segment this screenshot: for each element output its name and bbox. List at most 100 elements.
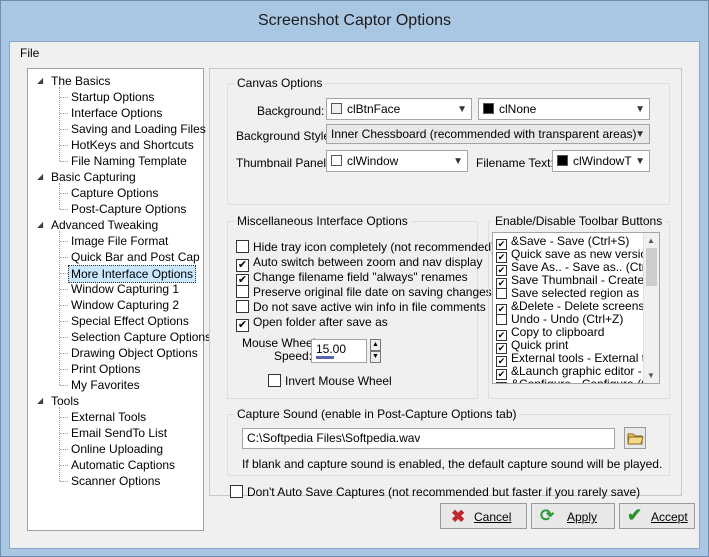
toolbar-buttons-title: Enable/Disable Toolbar Buttons bbox=[492, 214, 666, 228]
mouse-wheel-label: Mouse Wheel bbox=[242, 336, 316, 350]
scroll-up-icon[interactable]: ▲ bbox=[647, 236, 655, 245]
tree-item[interactable]: Drawing Object Options bbox=[71, 345, 198, 361]
tree-item[interactable]: Startup Options bbox=[71, 89, 154, 105]
options-panel: Canvas Options Background: clBtnFace ▼ c… bbox=[209, 68, 682, 499]
tree-item[interactable]: Print Options bbox=[71, 361, 140, 377]
options-tree[interactable]: ◢ The Basics Startup Options Interface Opti… bbox=[27, 68, 211, 531]
menu-bar: File bbox=[10, 42, 699, 64]
tree-item[interactable]: Interface Options bbox=[71, 105, 162, 121]
toolbar-button-item[interactable]: Undo - Undo (Ctrl+Z) bbox=[496, 312, 623, 326]
color-swatch-icon bbox=[331, 103, 342, 114]
tree-item[interactable]: Window Capturing 1 bbox=[71, 281, 179, 297]
apply-button[interactable]: ⟳ Apply bbox=[531, 503, 615, 529]
tree-connector bbox=[60, 129, 68, 130]
tree-item[interactable]: Email SendTo List bbox=[71, 425, 167, 441]
mouse-wheel-speed-label: Speed: bbox=[274, 349, 313, 363]
tree-connector bbox=[60, 193, 68, 194]
tree-item[interactable]: Scanner Options bbox=[71, 473, 160, 489]
scroll-thumb[interactable] bbox=[646, 248, 657, 286]
capture-sound-path-input[interactable]: C:\Softpedia Files\Softpedia.wav bbox=[242, 428, 615, 449]
toolbar-button-item[interactable]: ✔&Configure - Configure (Ctrl bbox=[496, 377, 659, 383]
color-swatch-icon bbox=[483, 103, 494, 114]
misc-options-title: Miscellaneous Interface Options bbox=[234, 214, 411, 228]
speed-bar bbox=[316, 356, 334, 359]
tree-connector bbox=[60, 241, 68, 242]
tree-item[interactable]: Automatic Captions bbox=[71, 457, 175, 473]
tree-item[interactable]: Online Uploading bbox=[71, 441, 163, 457]
capture-sound-group: Capture Sound (enable in Post-Capture Op… bbox=[227, 407, 670, 476]
tree-connector bbox=[59, 407, 60, 481]
capture-sound-title: Capture Sound (enable in Post-Capture Op… bbox=[234, 407, 520, 421]
tree-item[interactable]: External Tools bbox=[71, 409, 146, 425]
background-combo[interactable]: clBtnFace ▼ bbox=[326, 98, 472, 120]
invert-mouse-wheel-checkbox[interactable]: Invert Mouse Wheel bbox=[268, 374, 392, 388]
chevron-down-icon: ▼ bbox=[635, 129, 645, 140]
toolbar-buttons-list[interactable]: ✔ &Save - Save (Ctrl+S) ✔ Quick save as new… bbox=[492, 232, 660, 384]
filename-text-label: Filename Text: bbox=[476, 156, 554, 170]
tree-item[interactable]: Saving and Loading Files bbox=[71, 121, 206, 137]
thumbnail-panel-combo[interactable]: clWindow ▼ bbox=[326, 150, 468, 172]
expand-arrow-icon[interactable]: ◢ bbox=[37, 220, 43, 229]
background2-combo[interactable]: clNone ▼ bbox=[478, 98, 650, 120]
menu-file[interactable]: File bbox=[20, 46, 39, 60]
expand-arrow-icon[interactable]: ◢ bbox=[37, 76, 43, 85]
filename-text-combo[interactable]: clWindowT ▼ bbox=[552, 150, 650, 172]
tree-item[interactable]: File Naming Template bbox=[71, 153, 187, 169]
canvas-options-group: Canvas Options Background: clBtnFace ▼ c… bbox=[227, 76, 670, 205]
thumbnail-panel-label: Thumbnail Panel: bbox=[236, 156, 330, 170]
tree-item[interactable]: Selection Capture Options bbox=[71, 329, 211, 345]
tree-connector bbox=[60, 321, 68, 322]
open-folder-icon[interactable] bbox=[624, 427, 646, 449]
tree-item[interactable]: The Basics bbox=[51, 73, 110, 89]
tree-item[interactable]: Special Effect Options bbox=[71, 313, 189, 329]
tree-item[interactable]: Window Capturing 2 bbox=[71, 297, 179, 313]
spin-up-icon[interactable]: ▲ bbox=[370, 339, 381, 351]
tree-connector bbox=[60, 273, 68, 274]
tree-connector bbox=[60, 353, 68, 354]
tree-connector bbox=[60, 465, 68, 466]
accept-button[interactable]: ✔ Accept bbox=[619, 503, 695, 529]
background-style-combo[interactable]: Inner Chessboard (recommended with trans… bbox=[326, 124, 650, 144]
tree-connector bbox=[60, 209, 68, 210]
tree-item[interactable]: Advanced Tweaking bbox=[51, 217, 158, 233]
tree-item[interactable]: Basic Capturing bbox=[51, 169, 136, 185]
expand-arrow-icon[interactable]: ◢ bbox=[37, 396, 43, 405]
misc-option-checkbox[interactable]: Hide tray icon completely (not recommend… bbox=[236, 240, 495, 254]
misc-option-checkbox[interactable]: Do not save active win info in file comm… bbox=[236, 300, 486, 314]
window-client: File ◢ The Basics Startup Options Interface… bbox=[9, 41, 700, 549]
chevron-down-icon: ▼ bbox=[635, 104, 645, 115]
tree-item[interactable]: HotKeys and Shortcuts bbox=[71, 137, 194, 153]
color-swatch-icon bbox=[331, 155, 342, 166]
tree-item[interactable]: Image File Format bbox=[71, 233, 168, 249]
mouse-wheel-speed-input[interactable]: 15.00 bbox=[311, 339, 367, 363]
tree-connector bbox=[60, 337, 68, 338]
tree-connector bbox=[60, 161, 68, 162]
toolbar-buttons-group: Enable/Disable Toolbar Buttons ✔ &Save - … bbox=[488, 214, 670, 399]
dont-auto-save-checkbox[interactable]: Don't Auto Save Captures (not recommende… bbox=[230, 485, 640, 499]
tree-connector bbox=[59, 183, 60, 209]
title-bar[interactable]: Screenshot Captor Options bbox=[1, 1, 708, 41]
capture-sound-hint: If blank and capture sound is enabled, t… bbox=[242, 457, 663, 471]
misc-option-checkbox[interactable]: ✔ Open folder after save as bbox=[236, 315, 388, 332]
tree-item[interactable]: Tools bbox=[51, 393, 79, 409]
misc-option-checkbox[interactable]: Preserve original file date on saving ch… bbox=[236, 285, 492, 299]
spin-down-icon[interactable]: ▼ bbox=[370, 351, 381, 363]
tree-connector bbox=[60, 113, 68, 114]
tree-item[interactable]: Post-Capture Options bbox=[71, 201, 186, 217]
tree-connector bbox=[59, 87, 60, 161]
scroll-down-icon[interactable]: ▼ bbox=[647, 371, 655, 380]
tree-connector bbox=[60, 369, 68, 370]
tree-connector bbox=[60, 417, 68, 418]
expand-arrow-icon[interactable]: ◢ bbox=[37, 172, 43, 181]
tree-item[interactable]: My Favorites bbox=[71, 377, 140, 393]
chevron-down-icon: ▼ bbox=[453, 156, 463, 167]
cancel-button[interactable]: ✖ Cancel bbox=[440, 503, 527, 529]
tree-connector bbox=[60, 97, 68, 98]
tree-connector bbox=[60, 257, 68, 258]
tree-item[interactable]: Quick Bar and Post Cap bbox=[71, 249, 200, 265]
tree-item[interactable]: Capture Options bbox=[71, 185, 158, 201]
scrollbar[interactable]: ▲ ▼ bbox=[643, 233, 659, 383]
toolbar-button-item[interactable]: Save selected region as ne bbox=[496, 286, 656, 300]
tree-connector bbox=[60, 433, 68, 434]
tree-connector bbox=[60, 481, 68, 482]
